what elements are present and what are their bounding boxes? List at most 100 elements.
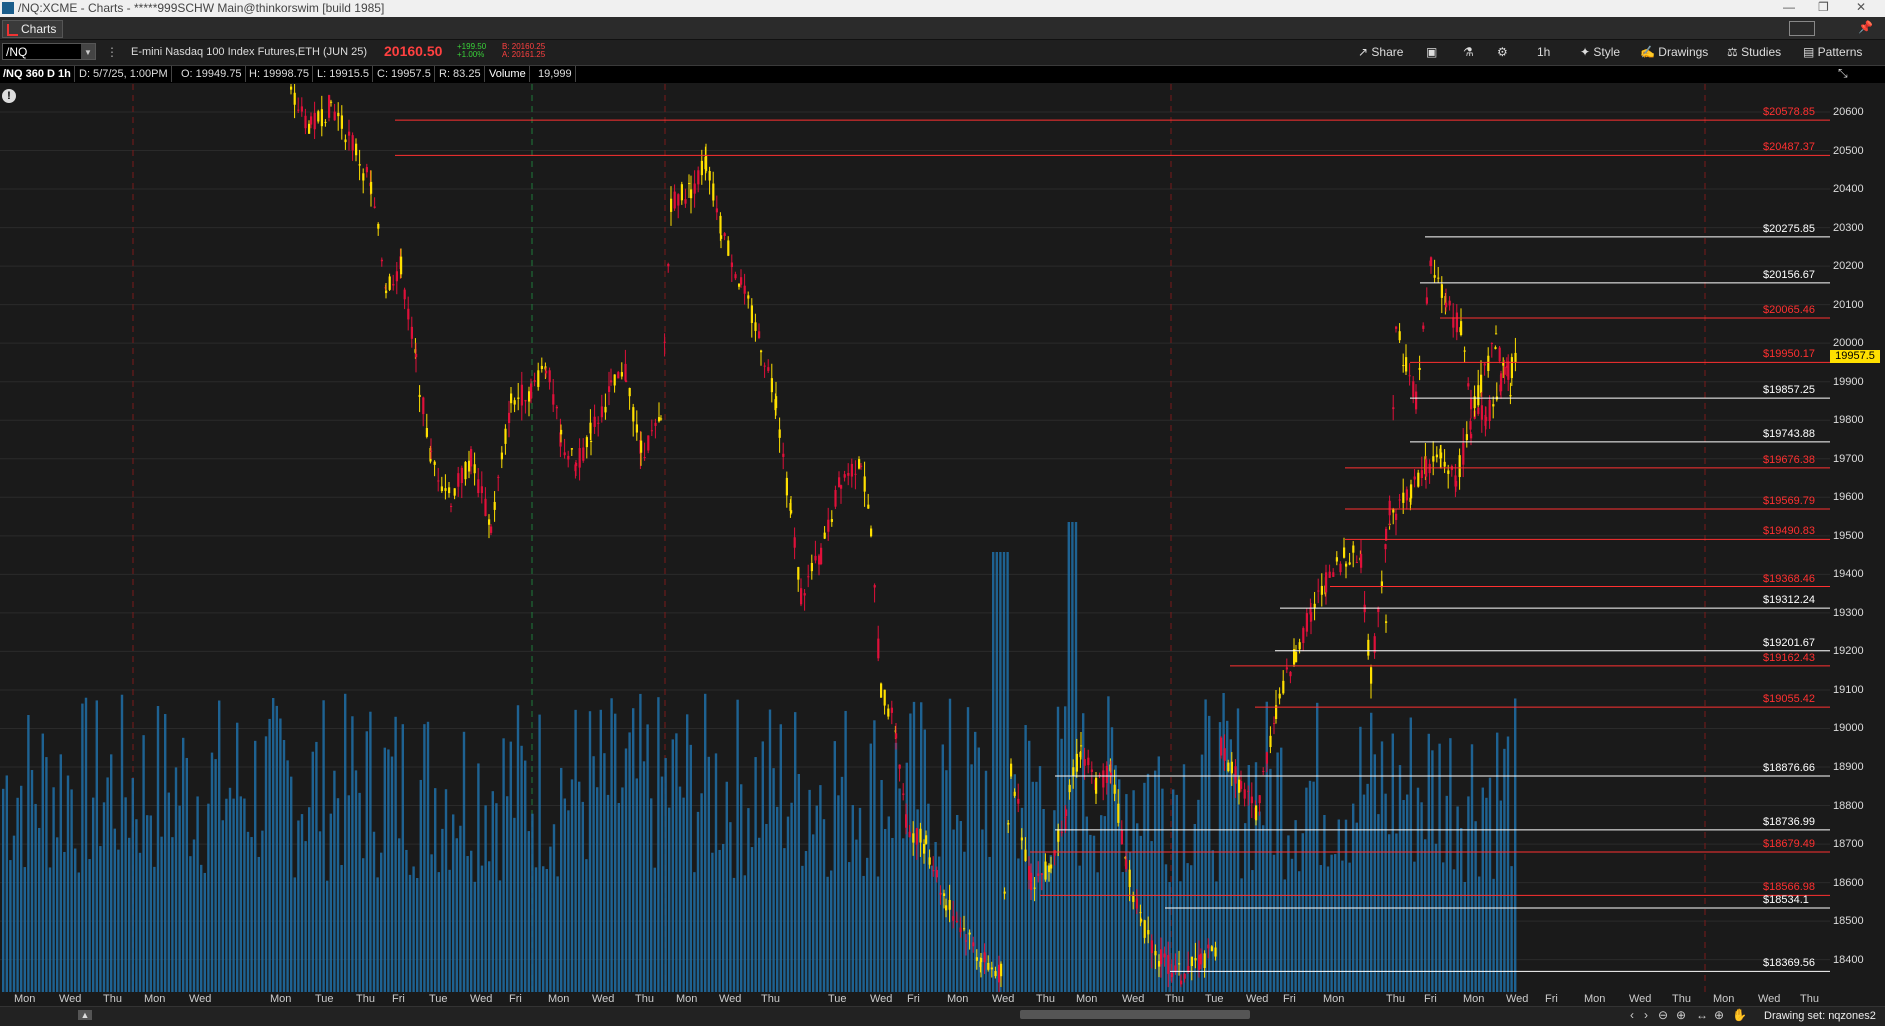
- volume-bar: [394, 716, 397, 992]
- candle-body: [1113, 784, 1116, 794]
- volume-bar: [1262, 825, 1265, 992]
- candle-body: [578, 448, 581, 468]
- horizontal-scrollbar[interactable]: [1020, 1010, 1250, 1019]
- volume-bar: [131, 778, 134, 992]
- volume-bar: [272, 698, 275, 992]
- scroll-right-icon[interactable]: ›: [1644, 1008, 1648, 1022]
- volume-bar: [804, 851, 808, 992]
- candle-body: [720, 235, 723, 239]
- price-tick-label: 18700: [1833, 838, 1864, 851]
- volume-bar: [686, 714, 689, 992]
- minimize-icon[interactable]: —: [1783, 0, 1795, 14]
- level-label: $19368.46: [1763, 572, 1815, 585]
- volume-bar: [621, 787, 624, 992]
- fit-icon[interactable]: ↔: [1696, 1008, 1708, 1022]
- volume-bar: [1280, 747, 1283, 992]
- volume-bar: [488, 861, 491, 992]
- candle-body: [1402, 492, 1405, 503]
- tab-charts[interactable]: Charts: [2, 20, 64, 38]
- candle-body: [1010, 763, 1013, 777]
- candle-body: [912, 833, 915, 843]
- time-tick-label: Thu: [635, 993, 654, 1005]
- candle-body: [987, 962, 990, 970]
- candle-body: [358, 164, 361, 166]
- screenshot-icon[interactable]: ▣: [1426, 45, 1437, 59]
- scroll-left-icon[interactable]: ‹: [1630, 1008, 1634, 1022]
- candle-body: [667, 263, 670, 267]
- candle-body: [1490, 342, 1493, 344]
- zoom-in-icon[interactable]: ⊕: [1676, 1008, 1686, 1022]
- candle-body: [1247, 790, 1250, 792]
- crosshair-icon[interactable]: ⊕: [1714, 1008, 1724, 1022]
- close-icon[interactable]: ✕: [1856, 0, 1866, 14]
- volume-bar: [365, 731, 368, 992]
- time-tick-label: Wed: [1246, 993, 1269, 1005]
- timeframe-button[interactable]: 1h: [1537, 45, 1550, 59]
- volume-bar: [1445, 795, 1448, 992]
- candle-body: [1507, 361, 1510, 380]
- volume-bar: [970, 764, 973, 992]
- candle-body: [1384, 544, 1387, 550]
- volume-bar: [372, 831, 376, 992]
- time-tick-label: Tue: [828, 993, 847, 1005]
- studies-button[interactable]: ⚖ Studies: [1727, 45, 1781, 59]
- alert-icon[interactable]: !: [2, 89, 16, 103]
- candle-body: [1305, 613, 1308, 632]
- volume-bar: [351, 716, 354, 992]
- volume-bar: [606, 794, 610, 992]
- candle-body: [1298, 642, 1301, 650]
- bar-range: R: 83.25: [436, 66, 485, 82]
- volume-bar: [358, 792, 361, 992]
- hand-icon[interactable]: ✋: [1732, 1008, 1747, 1022]
- volume-bar: [200, 864, 203, 992]
- volume-bar: [995, 552, 998, 992]
- time-tick-label: Wed: [59, 993, 82, 1005]
- candle-body: [1502, 362, 1505, 366]
- price-tick-label: 19100: [1833, 683, 1864, 696]
- candle-body: [1194, 958, 1197, 961]
- current-price-tag: 19957.5: [1830, 350, 1880, 363]
- drawings-button[interactable]: ✍ Drawings: [1640, 45, 1708, 59]
- volume-bar: [495, 803, 498, 992]
- volume-bar: [279, 718, 282, 992]
- candle-body: [1405, 489, 1408, 501]
- candle-body: [1223, 748, 1226, 761]
- volume-bar: [855, 839, 858, 992]
- zoom-out-icon[interactable]: ⊖: [1658, 1008, 1668, 1022]
- layout-icon[interactable]: [1789, 21, 1815, 36]
- collapse-icon[interactable]: ▲: [78, 1010, 92, 1020]
- bar-close: C: 19957.5: [374, 66, 435, 82]
- time-tick-label: Mon: [548, 993, 570, 1005]
- volume-bar: [124, 797, 127, 992]
- style-button[interactable]: ✦ Style: [1580, 45, 1620, 59]
- candle-body: [490, 526, 493, 533]
- candle-body: [887, 708, 890, 717]
- level-label: $18534.1: [1763, 893, 1809, 906]
- time-tick-label: Wed: [1758, 993, 1781, 1005]
- chevron-down-icon[interactable]: ▼: [81, 44, 95, 59]
- volume-bar: [610, 698, 613, 992]
- candle-body: [673, 191, 676, 209]
- candle-body: [617, 372, 620, 379]
- patterns-button[interactable]: ▤ Patterns: [1803, 45, 1862, 59]
- candle-body: [1494, 347, 1497, 349]
- candle-body: [473, 464, 476, 474]
- volume-bar: [1362, 794, 1366, 992]
- expand-icon[interactable]: ⤡: [1838, 66, 1848, 81]
- candle-body: [537, 370, 540, 387]
- gear-icon[interactable]: ⚙: [1497, 45, 1508, 59]
- candle-body: [1418, 367, 1421, 370]
- candle-body: [317, 111, 320, 122]
- candle-body: [727, 240, 730, 256]
- flask-icon[interactable]: ⚗: [1463, 45, 1474, 59]
- price-chart[interactable]: [0, 84, 1830, 992]
- volume-bar: [696, 811, 700, 992]
- chart-settings-icon[interactable]: ⋮: [106, 45, 118, 59]
- volume-bar: [92, 797, 95, 992]
- symbol-input[interactable]: /NQ ▼: [2, 43, 96, 60]
- share-button[interactable]: ↗ Share: [1358, 45, 1403, 59]
- pin-icon[interactable]: 📌: [1858, 20, 1873, 34]
- volume-bar: [534, 867, 538, 992]
- volume-bar: [23, 867, 26, 992]
- maximize-icon[interactable]: ❐: [1818, 0, 1829, 14]
